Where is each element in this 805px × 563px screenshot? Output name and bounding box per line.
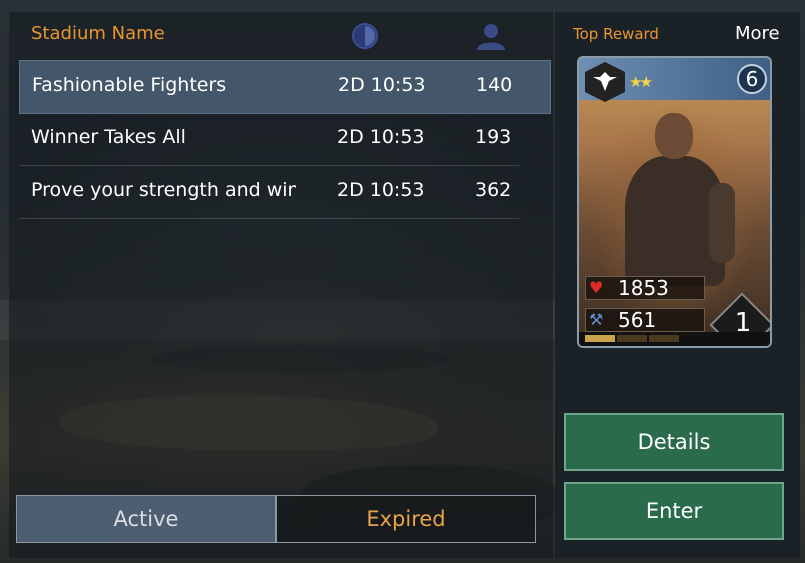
card-attack: 561 bbox=[618, 308, 657, 332]
stadium-count: 362 bbox=[475, 179, 512, 201]
top-reward-label: Top Reward bbox=[573, 25, 659, 43]
stadium-time: 2D 10:53 bbox=[337, 179, 425, 201]
card-cost: 6 bbox=[737, 64, 767, 94]
tab-expired[interactable]: Expired bbox=[276, 495, 536, 543]
progress-pip bbox=[585, 335, 615, 342]
stadium-name: Fashionable Fighters bbox=[32, 74, 227, 96]
enter-button[interactable]: Enter bbox=[564, 482, 784, 540]
card-hp: 1853 bbox=[618, 276, 669, 300]
stadium-count: 140 bbox=[476, 74, 513, 96]
card-hp-box: ♥ 1853 bbox=[585, 276, 705, 300]
stadium-name: Prove your strength and win f bbox=[31, 179, 296, 201]
row-divider bbox=[19, 218, 519, 219]
stadium-name-header: Stadium Name bbox=[31, 23, 165, 44]
card-stars: ★★ bbox=[629, 73, 653, 91]
stadium-time: 2D 10:53 bbox=[338, 74, 426, 96]
list-header: Stadium Name bbox=[9, 12, 553, 60]
reward-card[interactable]: ★★ 6 ♥ 1853 ⚒ 561 1 bbox=[577, 56, 772, 348]
stadium-row[interactable]: Prove your strength and win f 2D 10:53 3… bbox=[19, 166, 549, 219]
card-character-arm bbox=[709, 183, 735, 263]
clock-icon bbox=[352, 23, 378, 49]
heart-icon: ♥ bbox=[589, 278, 604, 297]
tab-active[interactable]: Active bbox=[16, 495, 276, 543]
card-character-head bbox=[655, 113, 693, 159]
stadium-row[interactable]: Fashionable Fighters 2D 10:53 140 bbox=[19, 60, 551, 114]
user-icon bbox=[477, 24, 505, 50]
stadium-time: 2D 10:53 bbox=[337, 126, 425, 148]
card-attack-box: ⚒ 561 bbox=[585, 308, 705, 332]
stadium-count: 193 bbox=[475, 126, 512, 148]
progress-pip bbox=[617, 335, 647, 342]
crossed-hammers-icon: ⚒ bbox=[589, 310, 604, 329]
stadium-name: Winner Takes All bbox=[31, 126, 186, 148]
stadium-row[interactable]: Winner Takes All 2D 10:53 193 bbox=[19, 113, 549, 166]
progress-pip bbox=[649, 335, 679, 342]
stadium-list-panel: Stadium Name Fashionable Fighters 2D 10:… bbox=[9, 12, 553, 558]
card-progress-bar bbox=[579, 332, 770, 346]
reward-panel: Top Reward More ★★ 6 ♥ 1853 ⚒ 561 1 Deta bbox=[555, 12, 800, 558]
more-link[interactable]: More bbox=[735, 23, 780, 44]
details-button[interactable]: Details bbox=[564, 413, 784, 471]
